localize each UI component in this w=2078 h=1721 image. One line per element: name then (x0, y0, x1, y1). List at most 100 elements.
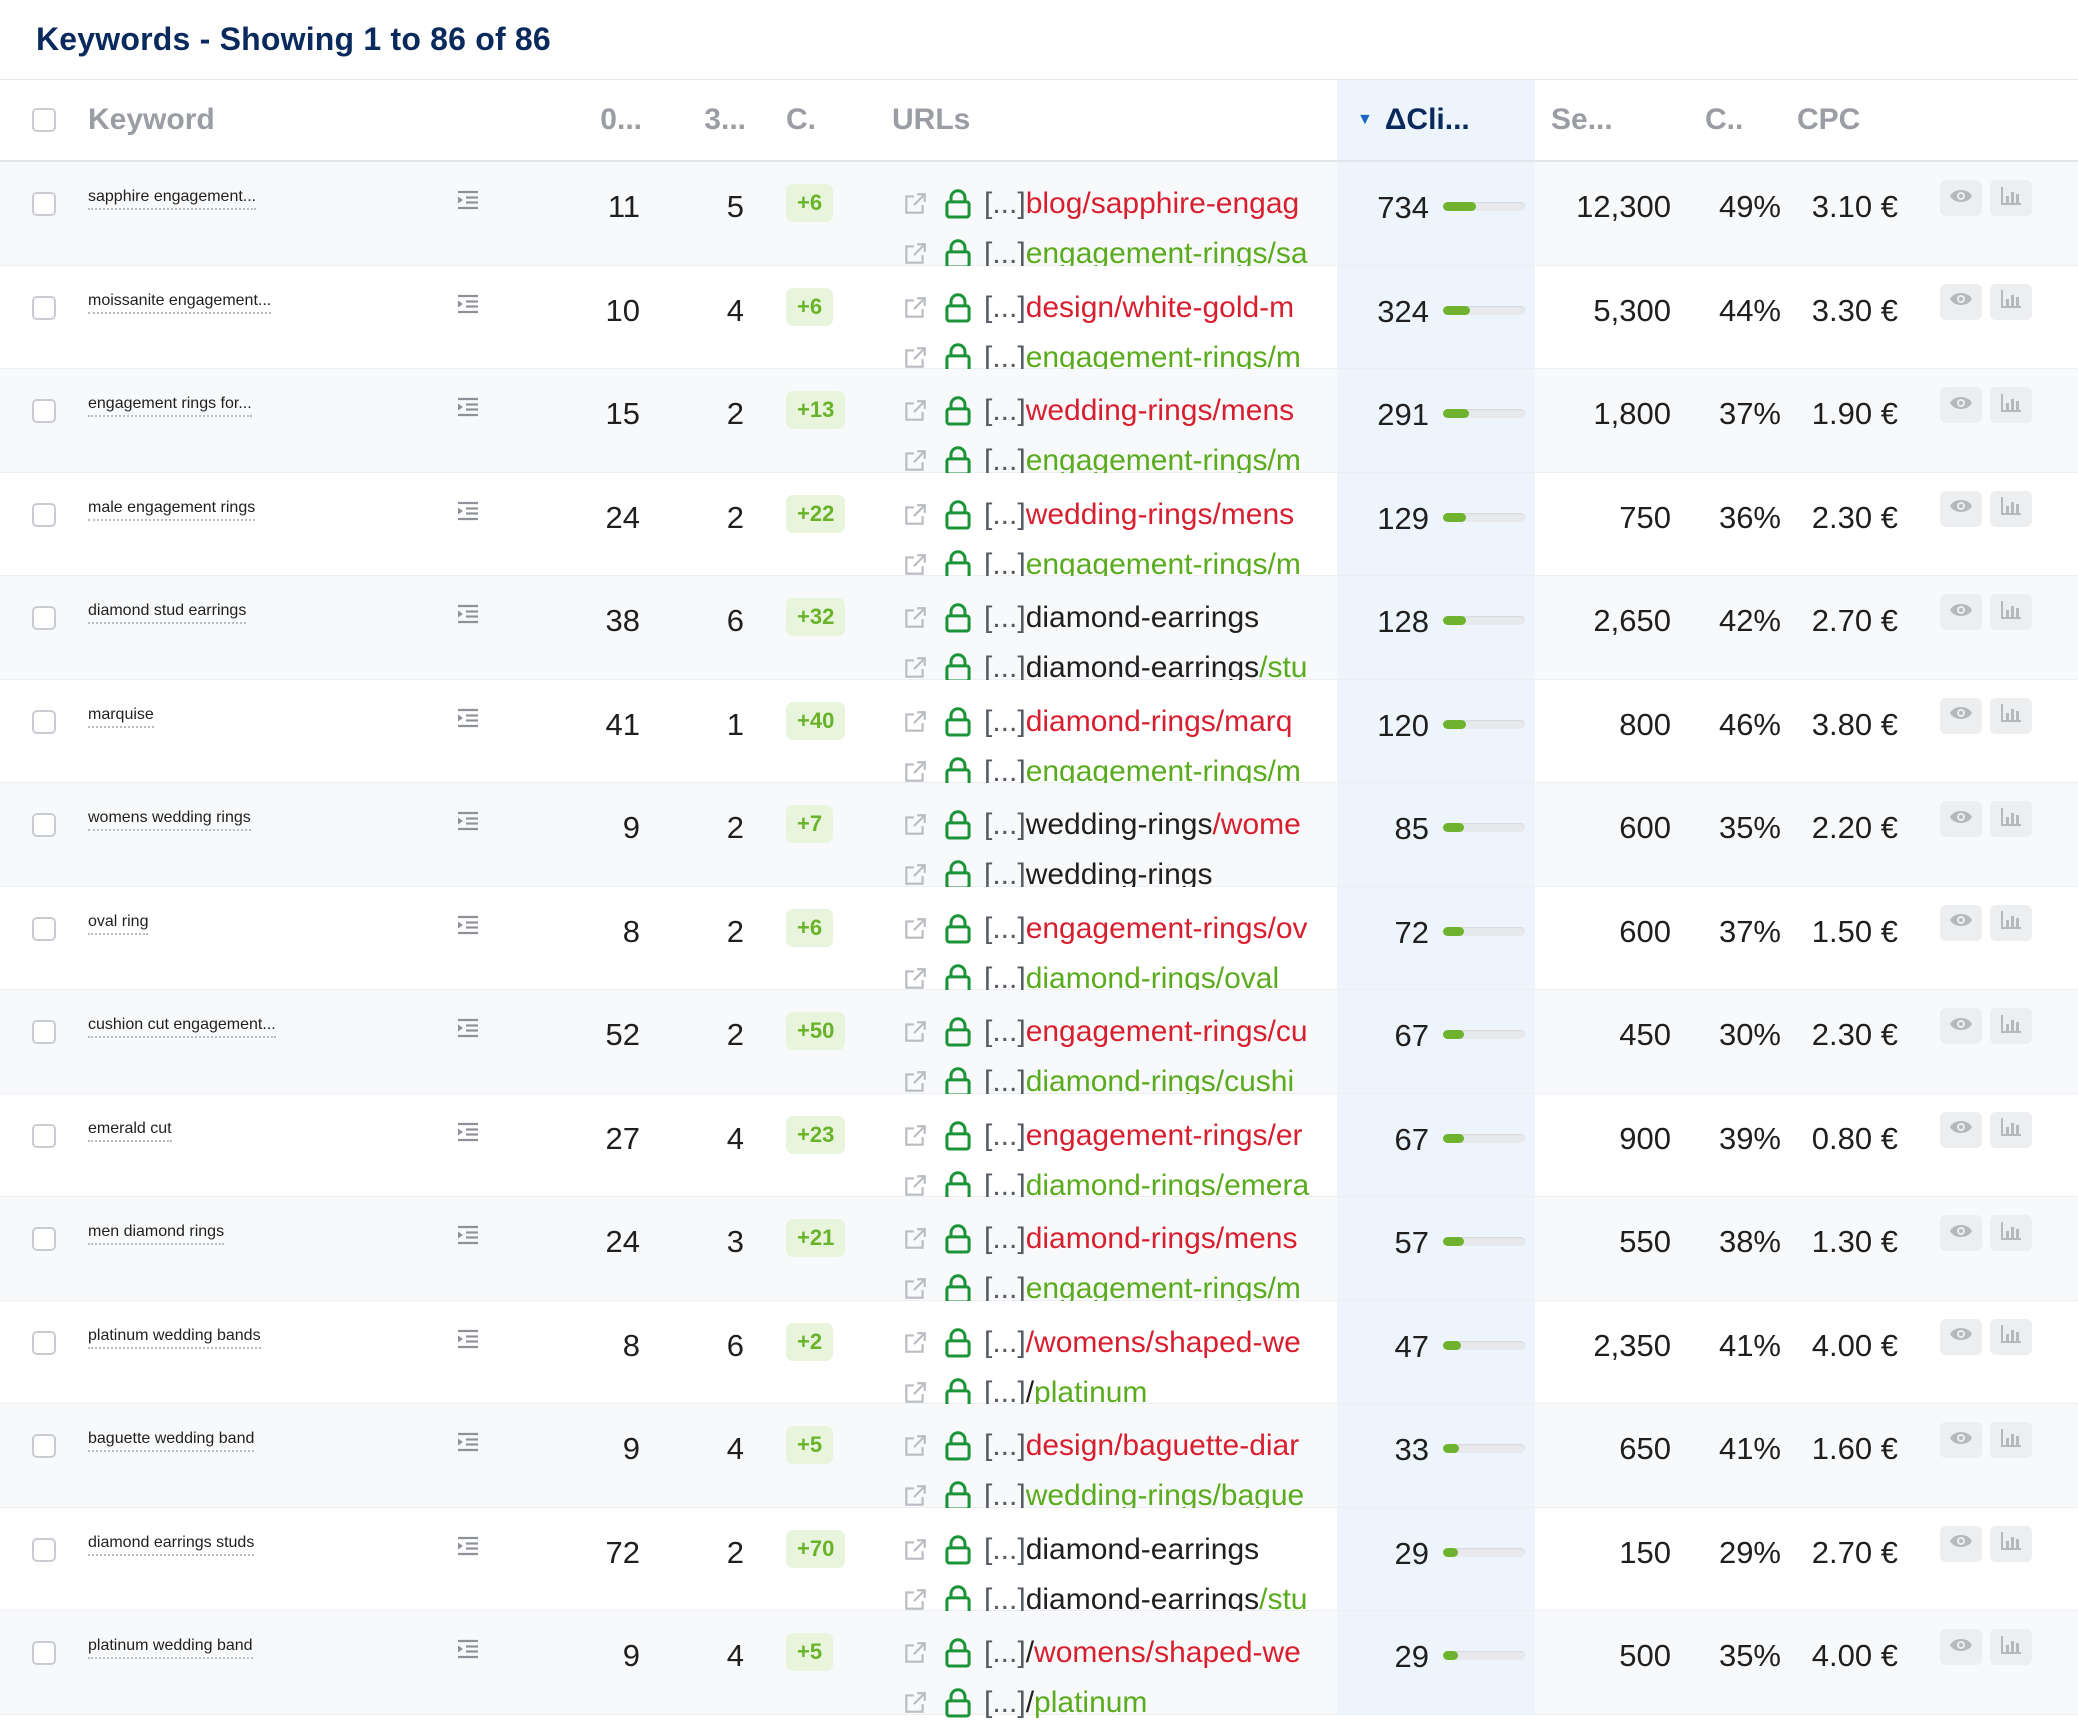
chart-button[interactable] (1990, 1422, 2032, 1458)
chart-button[interactable] (1990, 697, 2032, 734)
external-link-icon[interactable] (902, 345, 928, 371)
external-link-icon[interactable] (902, 1483, 928, 1509)
view-button[interactable] (1940, 490, 1982, 527)
chart-button[interactable] (1990, 594, 2032, 630)
serp-features-icon[interactable] (456, 188, 480, 212)
keyword-link[interactable]: oval ring (88, 913, 149, 935)
external-link-icon[interactable] (902, 709, 928, 735)
keyword-link[interactable]: diamond stud earrings (88, 602, 247, 624)
select-all-checkbox[interactable] (32, 108, 56, 132)
chart-button[interactable] (1990, 801, 2032, 837)
serp-features-icon[interactable] (456, 292, 480, 316)
external-link-icon[interactable] (902, 1226, 928, 1252)
external-link-icon[interactable] (902, 398, 928, 424)
row-checkbox[interactable] (32, 709, 56, 734)
chart-button[interactable] (1990, 1318, 2032, 1355)
keyword-link[interactable]: sapphire engagement... (88, 188, 257, 210)
row-checkbox[interactable] (32, 192, 56, 216)
serp-features-icon[interactable] (456, 1223, 480, 1247)
external-link-icon[interactable] (902, 241, 928, 267)
external-link-icon[interactable] (902, 1173, 928, 1199)
external-link-icon[interactable] (902, 1690, 928, 1716)
row-checkbox[interactable] (32, 399, 56, 423)
view-button[interactable] (1940, 1629, 1982, 1665)
row-checkbox[interactable] (32, 1020, 56, 1044)
chart-button[interactable] (1990, 904, 2032, 941)
serp-features-icon[interactable] (456, 1430, 480, 1454)
keyword-link[interactable]: baguette wedding band (88, 1430, 255, 1452)
external-link-icon[interactable] (902, 1330, 928, 1356)
column-header-change[interactable]: C. (770, 80, 882, 160)
serp-features-icon[interactable] (456, 1534, 480, 1558)
serp-features-icon[interactable] (456, 1637, 480, 1661)
external-link-icon[interactable] (902, 759, 928, 785)
column-header-search-volume[interactable]: Se... (1535, 80, 1689, 160)
serp-features-icon[interactable] (456, 809, 480, 833)
column-header-keyword[interactable]: Keyword (78, 80, 490, 160)
view-button[interactable] (1940, 1525, 1982, 1562)
row-checkbox[interactable] (32, 295, 56, 320)
row-checkbox[interactable] (32, 916, 56, 941)
keyword-link[interactable]: engagement rings for... (88, 395, 252, 417)
keyword-link[interactable]: male engagement rings (88, 499, 256, 521)
chart-button[interactable] (1990, 490, 2032, 527)
view-button[interactable] (1940, 1008, 1982, 1044)
serp-features-icon[interactable] (456, 602, 480, 626)
external-link-icon[interactable] (902, 1587, 928, 1613)
serp-features-icon[interactable] (456, 1327, 480, 1351)
column-header-competition[interactable]: C.. (1689, 80, 1795, 160)
chart-button[interactable] (1990, 1008, 2032, 1044)
chart-button[interactable] (1990, 283, 2032, 320)
view-button[interactable] (1940, 1215, 1982, 1251)
external-link-icon[interactable] (902, 862, 928, 888)
row-checkbox[interactable] (32, 606, 56, 630)
serp-features-icon[interactable] (456, 499, 480, 523)
external-link-icon[interactable] (902, 605, 928, 631)
serp-features-icon[interactable] (456, 1016, 480, 1040)
external-link-icon[interactable] (902, 1537, 928, 1563)
view-button[interactable] (1940, 1318, 1982, 1355)
external-link-icon[interactable] (902, 1069, 928, 1095)
row-checkbox[interactable] (32, 1123, 56, 1148)
view-button[interactable] (1940, 801, 1982, 837)
external-link-icon[interactable] (902, 1433, 928, 1459)
row-checkbox[interactable] (32, 1641, 56, 1665)
view-button[interactable] (1940, 904, 1982, 941)
keyword-link[interactable]: men diamond rings (88, 1223, 225, 1245)
serp-features-icon[interactable] (456, 913, 480, 937)
external-link-icon[interactable] (902, 1380, 928, 1406)
chart-button[interactable] (1990, 1111, 2032, 1148)
serp-features-icon[interactable] (456, 706, 480, 730)
view-button[interactable] (1940, 387, 1982, 423)
chart-button[interactable] (1990, 387, 2032, 423)
chart-button[interactable] (1990, 1525, 2032, 1562)
view-button[interactable] (1940, 180, 1982, 216)
keyword-link[interactable]: emerald cut (88, 1120, 172, 1142)
view-button[interactable] (1940, 283, 1982, 320)
external-link-icon[interactable] (902, 966, 928, 992)
column-header-delta-clicks[interactable]: ▼ ΔCli... (1337, 80, 1535, 160)
external-link-icon[interactable] (902, 295, 928, 321)
keyword-link[interactable]: diamond earrings studs (88, 1534, 255, 1556)
column-header-position-new[interactable]: 3... (676, 80, 770, 160)
column-header-urls[interactable]: URLs (882, 80, 1337, 160)
serp-features-icon[interactable] (456, 395, 480, 419)
row-checkbox[interactable] (32, 1227, 56, 1251)
external-link-icon[interactable] (902, 448, 928, 474)
row-checkbox[interactable] (32, 813, 56, 837)
row-checkbox[interactable] (32, 1537, 56, 1562)
keyword-link[interactable]: marquise (88, 706, 154, 728)
view-button[interactable] (1940, 594, 1982, 630)
row-checkbox[interactable] (32, 1330, 56, 1355)
serp-features-icon[interactable] (456, 1120, 480, 1144)
external-link-icon[interactable] (902, 1640, 928, 1666)
external-link-icon[interactable] (902, 552, 928, 578)
view-button[interactable] (1940, 697, 1982, 734)
external-link-icon[interactable] (902, 502, 928, 528)
external-link-icon[interactable] (902, 191, 928, 217)
row-checkbox[interactable] (32, 1434, 56, 1458)
column-header-position-old[interactable]: 0... (490, 80, 676, 160)
view-button[interactable] (1940, 1422, 1982, 1458)
keyword-link[interactable]: cushion cut engagement... (88, 1016, 276, 1038)
external-link-icon[interactable] (902, 1276, 928, 1302)
